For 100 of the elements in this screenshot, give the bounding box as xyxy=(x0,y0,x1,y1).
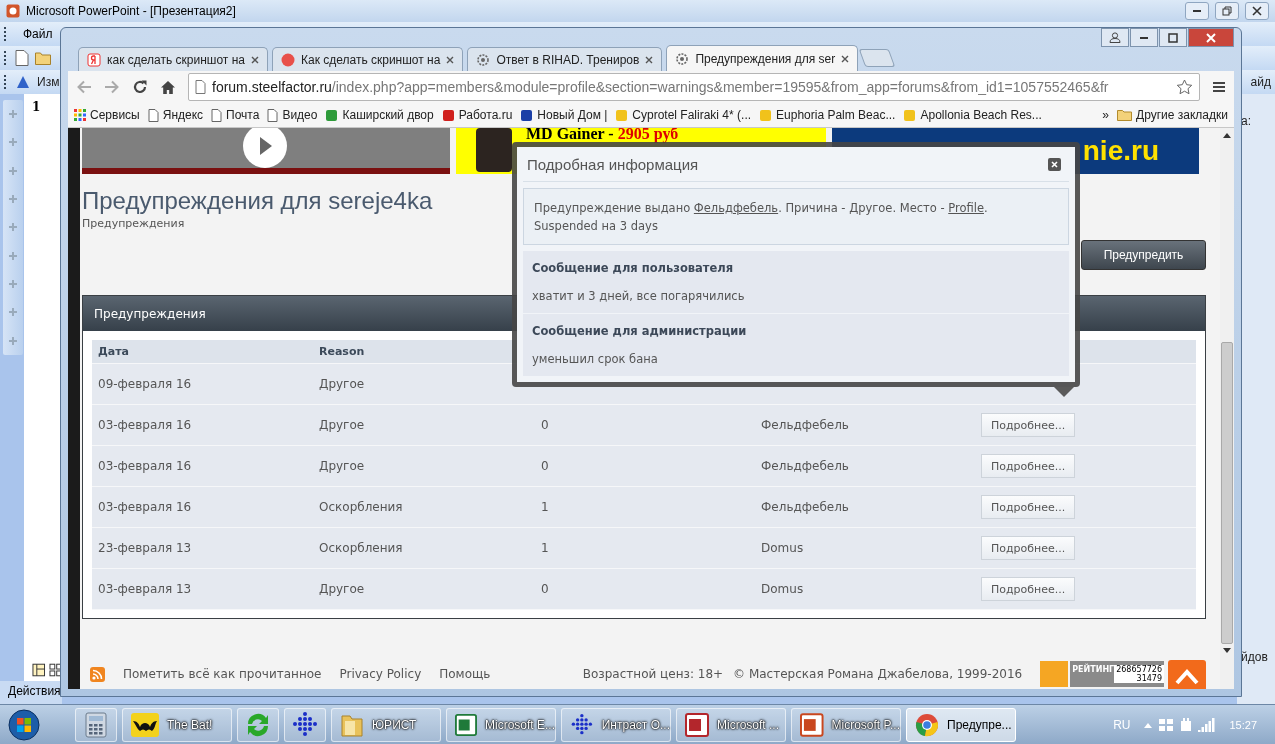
table-cell-text: 1 xyxy=(541,541,550,555)
taskbar-item[interactable] xyxy=(284,707,326,742)
bookmark[interactable]: Почта xyxy=(211,108,260,122)
record-icon xyxy=(280,52,295,67)
scroll-down-icon[interactable] xyxy=(1223,648,1231,654)
bat-icon xyxy=(131,712,159,737)
close-icon[interactable] xyxy=(645,55,654,64)
pane-label: а: xyxy=(1241,114,1252,128)
details-button[interactable]: Подробнее... xyxy=(981,454,1076,478)
person-icon xyxy=(1109,32,1121,43)
bookmark[interactable]: Яндекс xyxy=(147,108,204,122)
browser-tab[interactable]: Предупреждения для ser xyxy=(666,45,859,71)
page-icon xyxy=(147,108,159,122)
sorter-view-icon[interactable] xyxy=(48,663,62,677)
site-icon xyxy=(903,108,917,122)
other-bookmarks-folder[interactable]: Другие закладки xyxy=(1117,108,1228,122)
restore-button[interactable] xyxy=(1215,2,1239,20)
folder-icon xyxy=(1117,109,1133,121)
normal-view-icon[interactable] xyxy=(32,663,46,677)
scrollbar-thumb[interactable] xyxy=(1221,342,1233,644)
table-cell-text: Другое xyxy=(319,377,366,391)
details-button[interactable]: Подробнее... xyxy=(981,536,1076,560)
minimize-icon xyxy=(1193,10,1201,12)
page-title: Предупреждения для sereje4ka xyxy=(82,187,433,215)
minimize-button[interactable] xyxy=(1130,28,1158,47)
details-button[interactable]: Подробнее... xyxy=(981,577,1076,601)
minimize-button[interactable] xyxy=(1185,2,1209,20)
taskbar-item[interactable] xyxy=(75,707,117,742)
close-button[interactable] xyxy=(1245,2,1269,20)
close-icon[interactable] xyxy=(1048,157,1061,171)
play-button[interactable] xyxy=(243,128,287,168)
table-cell-text: Фельдфебель xyxy=(761,459,850,473)
dialog-title: Подробная информация xyxy=(527,155,699,173)
calculator-icon xyxy=(85,711,107,738)
breadcrumb-link[interactable]: Предупреждения xyxy=(82,217,185,230)
toolbar-label[interactable]: Изм xyxy=(37,75,60,89)
bookmark[interactable]: Каширский двор xyxy=(325,108,434,122)
bookmark[interactable]: Работа.ru xyxy=(441,108,513,122)
address-bar[interactable]: forum.steelfactor.ru/index.php?app=members&module=profile&section=warnings&member=19595&from_app=forums&from_id1=1057552465&fr xyxy=(188,73,1200,101)
message-text: хватит и 3 дней, все погарячились xyxy=(532,289,746,303)
counter-label: РЕЙТИНГ xyxy=(1071,665,1115,674)
folder-icon[interactable] xyxy=(35,51,51,65)
details-button[interactable]: Подробнее... xyxy=(981,495,1076,519)
counter-value: 31479 xyxy=(1114,674,1164,683)
close-icon[interactable] xyxy=(446,55,455,64)
new-document-icon[interactable] xyxy=(15,50,29,66)
profile-button[interactable] xyxy=(1101,28,1129,47)
menu-item[interactable]: Файл xyxy=(23,25,53,43)
bookmark[interactable]: Apollonia Beach Res... xyxy=(903,108,1042,122)
details-button[interactable]: Подробнее... xyxy=(981,413,1076,437)
menu-icon[interactable] xyxy=(1212,80,1226,94)
close-icon[interactable] xyxy=(841,54,850,63)
maximize-button[interactable] xyxy=(1159,28,1187,47)
site-icon xyxy=(441,108,455,122)
site-icon xyxy=(87,52,101,67)
bookmark[interactable]: Новый Дом | xyxy=(520,108,608,122)
table-cell-text: 09-февраля 16 xyxy=(98,377,193,391)
page-icon xyxy=(267,108,279,122)
site-icon xyxy=(615,108,629,122)
column-header[interactable]: Дата xyxy=(98,345,319,358)
more-bookmarks-button[interactable]: » xyxy=(1102,108,1110,122)
dots-icon xyxy=(291,710,319,739)
footer-link[interactable]: Помощь xyxy=(439,667,491,681)
bookmark[interactable]: Cyprotel Faliraki 4* (... xyxy=(615,108,752,122)
footer-link[interactable]: Privacy Policy xyxy=(339,667,422,681)
table-cell-text: Domus xyxy=(761,541,805,555)
browser-icon xyxy=(915,712,939,737)
link[interactable]: Profile xyxy=(948,201,984,215)
browser-tab[interactable]: Как сделать скриншот на xyxy=(271,47,464,71)
actions-menu[interactable]: Действия xyxy=(0,681,62,704)
apps-icon xyxy=(74,109,86,121)
table-cell-text: Другое xyxy=(319,418,366,432)
maximize-icon xyxy=(1168,32,1178,43)
video-player[interactable] xyxy=(82,128,450,174)
home-icon[interactable] xyxy=(160,79,176,95)
scroll-up-icon[interactable] xyxy=(1223,132,1231,138)
bookmark-star-icon[interactable] xyxy=(1176,79,1193,95)
warn-button[interactable]: Предупредить xyxy=(1081,240,1206,270)
taskbar-item[interactable]: Предупре... xyxy=(906,707,1016,742)
table-cell-text: 23-февраля 13 xyxy=(98,541,193,555)
counter-value: 268657726 xyxy=(1114,665,1164,674)
bookmark[interactable]: Euphoria Palm Beac... xyxy=(759,108,896,122)
restore-icon xyxy=(1222,6,1232,16)
url-text: forum.steelfactor.ru/index.php?app=members&module=profile&section=warnings&member=19595&from_app=forums&from_id1=1057552465&fr xyxy=(212,79,1110,95)
rss-icon[interactable] xyxy=(90,666,105,682)
age-rating: Возрастной ценз: 18+ xyxy=(582,667,724,681)
bookmark[interactable]: Видео xyxy=(267,108,318,122)
scroll-to-top-button[interactable] xyxy=(1168,660,1206,689)
app-icon xyxy=(6,4,20,18)
slide-layout-icon[interactable] xyxy=(15,74,31,90)
browser-tab[interactable]: как сделать скриншот на xyxy=(78,47,268,71)
footer-link[interactable]: Пометить всё как прочитанное xyxy=(123,667,322,681)
bookmark[interactable]: Сервисы xyxy=(74,108,140,122)
start-button[interactable] xyxy=(8,708,40,741)
browser-tab[interactable]: Ответ в RIHAD. Трениров xyxy=(467,47,663,71)
rating-counter[interactable]: РЕЙТИНГ 268657726 31479 xyxy=(1070,661,1164,687)
table-cell-text: Domus xyxy=(761,582,805,596)
close-icon[interactable] xyxy=(250,55,259,64)
reload-icon[interactable] xyxy=(132,79,148,95)
table-cell-text: 03-февраля 16 xyxy=(98,500,193,514)
